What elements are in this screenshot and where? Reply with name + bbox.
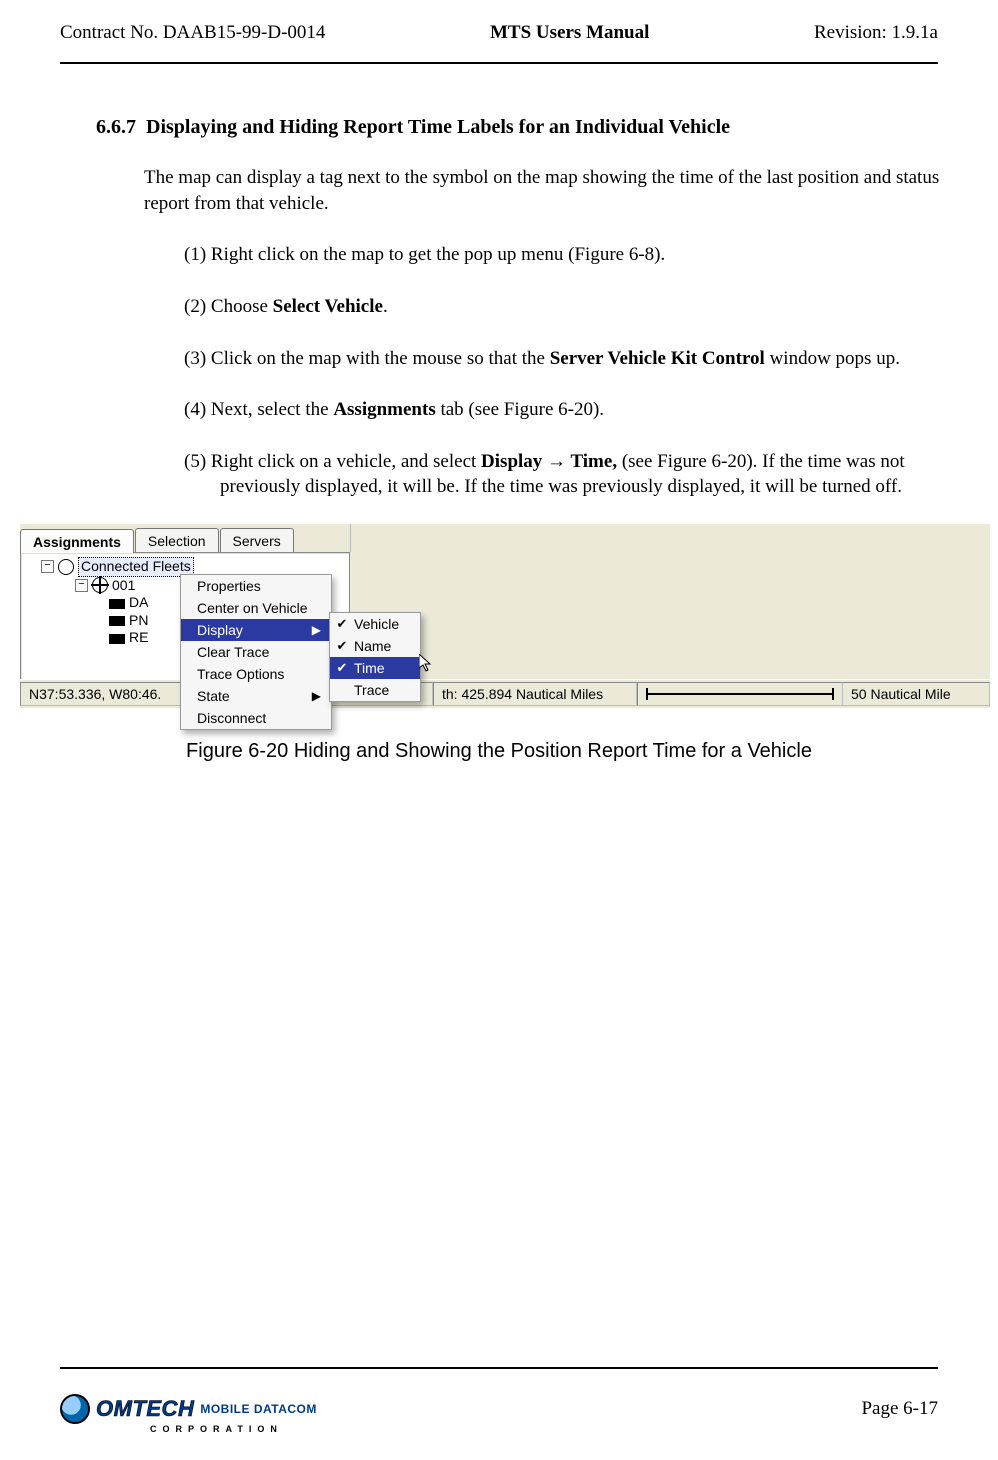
- step-3: (3) Click on the map with the mouse so t…: [184, 346, 980, 372]
- tab-selection[interactable]: Selection: [135, 528, 219, 552]
- step-2-text: (2) Choose: [184, 296, 273, 317]
- context-menu: Properties Center on Vehicle Display ▶ Cl…: [180, 574, 332, 730]
- step-3-bold: Server Vehicle Kit Control: [550, 348, 765, 369]
- menu-properties-label: Properties: [197, 578, 261, 594]
- collapse-icon[interactable]: −: [41, 560, 54, 573]
- display-submenu: ✔ Vehicle ✔ Name ✔ Time Trace: [329, 612, 421, 702]
- footer-logo: OMTECH MOBILE DATACOM CORPORATION: [60, 1394, 360, 1434]
- section-number: 6.6.7: [96, 116, 136, 138]
- status-scale-label: 50 Nautical Mile: [843, 682, 990, 706]
- figure-6-20: Assignments Selection Servers − Connecte…: [0, 524, 998, 763]
- screenshot: Assignments Selection Servers − Connecte…: [20, 524, 990, 724]
- section-title: Displaying and Hiding Report Time Labels…: [146, 116, 730, 138]
- menu-center-label: Center on Vehicle: [197, 600, 308, 616]
- submenu-arrow-icon: ▶: [312, 689, 321, 703]
- tree-root-label: Connected Fleets: [78, 557, 194, 577]
- submenu-vehicle-label: Vehicle: [354, 616, 399, 632]
- menu-trace-options[interactable]: Trace Options: [181, 663, 331, 685]
- screenshot-background: [350, 524, 990, 679]
- page-number: Page 6-17: [861, 1398, 938, 1420]
- menu-center[interactable]: Center on Vehicle: [181, 597, 331, 619]
- step-2: (2) Choose Select Vehicle.: [184, 294, 980, 320]
- tree-vehicle-2-label: PN: [129, 612, 148, 630]
- step-4-bold: Assignments: [333, 399, 435, 420]
- tree-vehicle-3-label: RE: [129, 629, 148, 647]
- menu-state-label: State: [197, 688, 230, 704]
- menu-state[interactable]: State ▶: [181, 685, 331, 707]
- logo-globe-icon: [60, 1394, 90, 1424]
- header-revision: Revision: 1.9.1a: [814, 22, 938, 44]
- crosshair-icon: [92, 577, 108, 593]
- step-2-tail: .: [383, 296, 388, 317]
- tab-servers[interactable]: Servers: [220, 528, 294, 552]
- collapse-icon[interactable]: −: [75, 579, 88, 592]
- menu-disconnect[interactable]: Disconnect: [181, 707, 331, 729]
- header-title: MTS Users Manual: [490, 22, 649, 44]
- step-5: (5) Right click on a vehicle, and select…: [184, 449, 980, 500]
- menu-display[interactable]: Display ▶: [181, 619, 331, 641]
- check-icon: ✔: [336, 660, 348, 676]
- footer-rule: [60, 1367, 938, 1369]
- logo-division: MOBILE DATACOM: [200, 1402, 317, 1416]
- section-heading: 6.6.7 Displaying and Hiding Report Time …: [96, 116, 938, 139]
- step-4: (4) Next, select the Assignments tab (se…: [184, 397, 980, 423]
- step-5-time: Time,: [566, 451, 617, 472]
- tree-vehicle-1-label: DA: [129, 594, 148, 612]
- tab-assignments[interactable]: Assignments: [20, 529, 134, 553]
- status-bar: N37:53.336, W80:46. th: 425.894 Nautical…: [20, 679, 990, 708]
- menu-disconnect-label: Disconnect: [197, 710, 266, 726]
- step-1: (1) Right click on the map to get the po…: [184, 242, 980, 268]
- menu-display-label: Display: [197, 622, 243, 638]
- figure-caption: Figure 6-20 Hiding and Showing the Posit…: [0, 740, 998, 763]
- header-rule: [60, 62, 938, 64]
- submenu-name[interactable]: ✔ Name: [330, 635, 420, 657]
- check-icon: ✔: [336, 616, 348, 632]
- step-3-tail: window pops up.: [765, 348, 900, 369]
- step-5-arrow: →: [547, 451, 566, 472]
- check-icon: ✔: [336, 638, 348, 654]
- submenu-time-label: Time: [354, 660, 385, 676]
- page-header: Contract No. DAAB15-99-D-0014 MTS Users …: [60, 0, 938, 44]
- step-2-bold: Select Vehicle: [273, 296, 383, 317]
- menu-properties[interactable]: Properties: [181, 575, 331, 597]
- submenu-vehicle[interactable]: ✔ Vehicle: [330, 613, 420, 635]
- submenu-trace-label: Trace: [354, 682, 389, 698]
- intro-paragraph: The map can display a tag next to the sy…: [144, 165, 944, 216]
- globe-icon: [58, 559, 74, 575]
- page: Contract No. DAAB15-99-D-0014 MTS Users …: [0, 0, 998, 1460]
- menu-clear-trace[interactable]: Clear Trace: [181, 641, 331, 663]
- submenu-arrow-icon: ▶: [312, 623, 321, 637]
- truck-icon: [109, 599, 125, 609]
- step-5-display: Display: [481, 451, 547, 472]
- submenu-trace[interactable]: Trace: [330, 679, 420, 701]
- submenu-name-label: Name: [354, 638, 391, 654]
- step-5-text: (5) Right click on a vehicle, and select: [184, 451, 481, 472]
- tab-strip: Assignments Selection Servers: [20, 524, 351, 552]
- status-width: th: 425.894 Nautical Miles: [433, 682, 637, 706]
- menu-trace-opts-label: Trace Options: [197, 666, 284, 682]
- truck-icon: [109, 616, 125, 626]
- step-4-tail: tab (see Figure 6-20).: [436, 399, 604, 420]
- mouse-cursor-icon: [419, 654, 433, 672]
- status-coords: N37:53.336, W80:46.: [20, 682, 207, 706]
- logo-company-name: OMTECH: [96, 1396, 194, 1422]
- logo-subtext: CORPORATION: [150, 1424, 360, 1434]
- step-3-text: (3) Click on the map with the mouse so t…: [184, 348, 550, 369]
- tree-fleet-label: 001: [112, 577, 135, 595]
- menu-clear-label: Clear Trace: [197, 644, 269, 660]
- submenu-time[interactable]: ✔ Time: [330, 657, 420, 679]
- truck-icon: [109, 634, 125, 644]
- header-contract: Contract No. DAAB15-99-D-0014: [60, 22, 325, 44]
- step-4-text: (4) Next, select the: [184, 399, 333, 420]
- scale-bar-icon: [646, 690, 834, 698]
- status-scale: [637, 682, 843, 706]
